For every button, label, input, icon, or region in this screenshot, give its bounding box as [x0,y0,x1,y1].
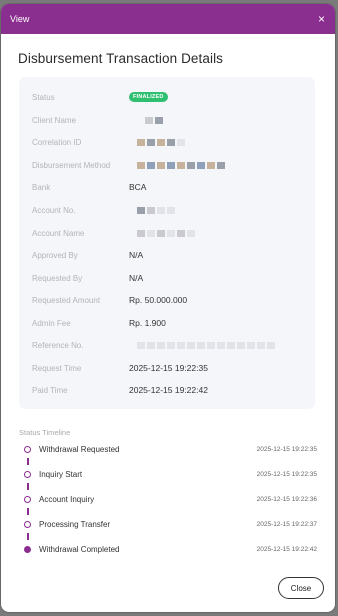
timeline-item: Processing Transfer 2025-12-15 19:22:37 [24,518,317,530]
timeline-dot-icon [24,520,31,528]
timeline-item-time: 2025-12-15 19:22:35 [256,470,317,478]
timeline-dot-icon [24,495,31,503]
timeline-dot-icon [24,470,31,478]
timeline-connector [27,533,29,540]
detail-row-paid-time: Paid Time 2025-12-15 19:22:42 [32,383,307,397]
detail-row-requested-by: Requested By N/A [32,271,307,285]
request-time-label: Request Time [32,363,82,373]
close-icon[interactable]: × [318,13,325,25]
timeline-item: Withdrawal Completed 2025-12-15 19:22:42 [24,543,317,555]
account-no-label: Account No. [32,205,76,215]
paid-time-label: Paid Time [32,385,68,395]
detail-row-admin-fee: Admin Fee Rp. 1.900 [32,316,307,330]
method-label: Disbursement Method [32,160,111,170]
approved-by-value: N/A [129,250,144,260]
detail-row-method: Disbursement Method [32,158,307,172]
bank-value: BCA [129,182,147,192]
correlation-id-label: Correlation ID [32,137,82,147]
timeline-dot-filled-icon [24,545,31,553]
requested-amount-label: Requested Amount [32,295,101,305]
request-time-value: 2025-12-15 19:22:35 [129,363,208,373]
approved-by-label: Approved By [32,250,78,260]
timeline-item-name: Inquiry Start [39,469,83,479]
bank-label: Bank [32,182,51,192]
paid-time-value: 2025-12-15 19:22:42 [129,385,208,395]
close-button[interactable]: Close [278,577,324,599]
admin-fee-label: Admin Fee [32,318,71,328]
modal-header: View × [1,4,335,34]
detail-row-reference-no: Reference No. [32,338,307,352]
requested-by-label: Requested By [32,273,83,283]
timeline-item-name: Withdrawal Completed [39,544,120,554]
timeline-item: Inquiry Start 2025-12-15 19:22:35 [24,468,317,480]
timeline-item: Withdrawal Requested 2025-12-15 19:22:35 [24,443,317,455]
detail-row-bank: Bank BCA [32,180,307,194]
detail-row-request-time: Request Time 2025-12-15 19:22:35 [32,361,307,375]
account-name-label: Account Name [32,228,85,238]
detail-row-account-name: Account Name [32,226,307,240]
timeline-item-name: Account Inquiry [39,494,95,504]
page-title: Disbursement Transaction Details [18,51,224,66]
details-card: Status FINALIZED Client Name Correlation… [19,77,315,409]
detail-row-approved-by: Approved By N/A [32,248,307,262]
detail-row-status: Status FINALIZED [32,90,307,104]
status-label: Status [32,92,55,102]
admin-fee-value: Rp. 1.900 [129,318,166,328]
timeline-connector [27,483,29,490]
timeline-item: Account Inquiry 2025-12-15 19:22:36 [24,493,317,505]
detail-row-client-name: Client Name [32,113,307,127]
client-name-redacted [145,116,163,124]
account-no-redacted [137,206,175,214]
timeline-connector [27,508,29,515]
client-name-label: Client Name [32,115,77,125]
reference-no-label: Reference No. [32,340,84,350]
timeline-item-time: 2025-12-15 19:22:42 [256,545,317,553]
transaction-details-modal: View × Disbursement Transaction Details … [1,4,335,612]
reference-no-redacted [137,341,275,349]
timeline-item-time: 2025-12-15 19:22:37 [256,520,317,528]
modal-header-title: View [10,14,30,24]
requested-by-value: N/A [129,273,144,283]
status-timeline-header: Status Timeline [19,428,71,437]
method-redacted [137,161,225,169]
timeline-item-name: Withdrawal Requested [39,444,120,454]
account-name-redacted [137,229,195,237]
timeline-item-time: 2025-12-15 19:22:36 [256,495,317,503]
detail-row-correlation-id: Correlation ID [32,135,307,149]
requested-amount-value: Rp. 50.000.000 [129,295,188,305]
status-badge: FINALIZED [129,92,168,102]
timeline-dot-icon [24,445,31,453]
timeline-item-name: Processing Transfer [39,519,111,529]
timeline-connector [27,458,29,465]
detail-row-requested-amount: Requested Amount Rp. 50.000.000 [32,293,307,307]
correlation-id-redacted [137,138,185,146]
detail-row-account-no: Account No. [32,203,307,217]
timeline-item-time: 2025-12-15 19:22:35 [256,445,317,453]
